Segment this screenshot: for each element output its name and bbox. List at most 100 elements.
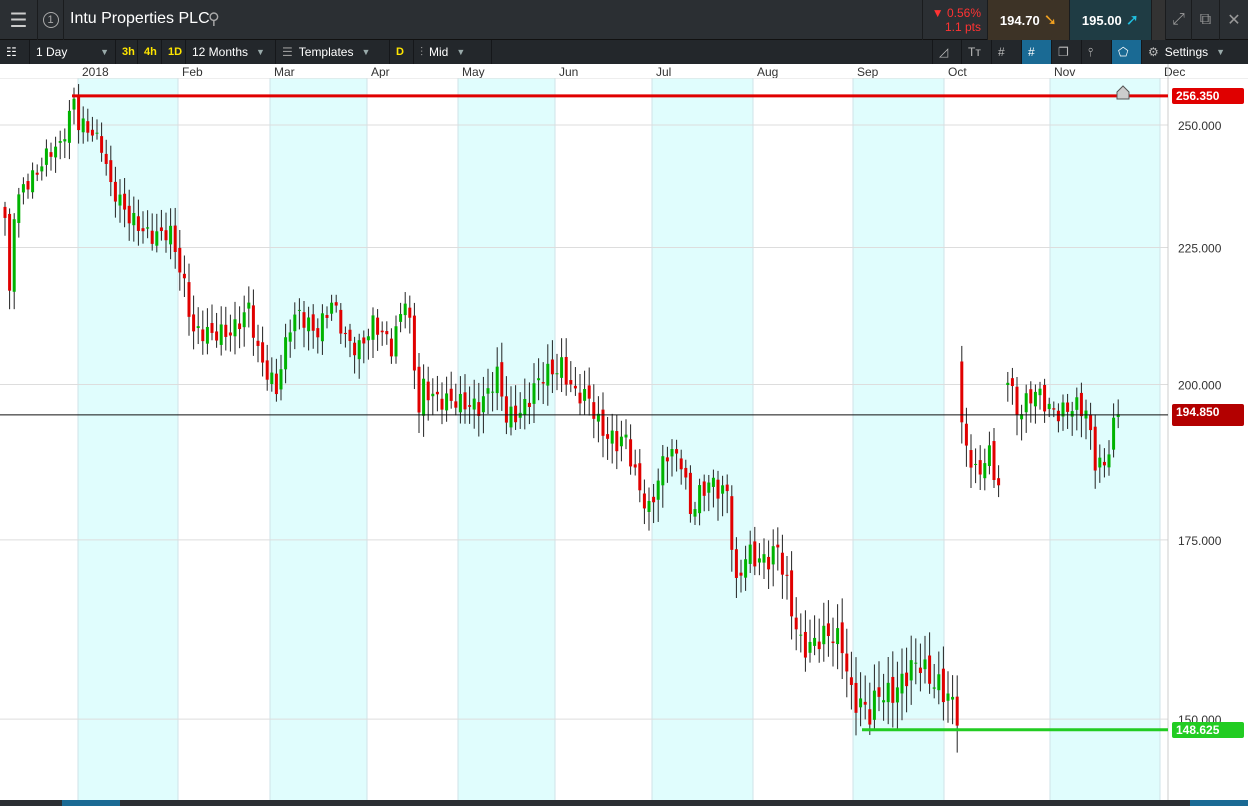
close-icon[interactable]: ✕ — [1220, 0, 1248, 40]
candle-body — [362, 337, 366, 344]
snap-grid-icon[interactable]: # — [1022, 40, 1052, 64]
candle-body — [1033, 391, 1037, 407]
settings-label: Settings — [1164, 45, 1209, 59]
chevron-down-icon: ▼ — [361, 47, 371, 57]
candle-body — [215, 331, 219, 341]
candle-body — [1102, 461, 1106, 466]
candle-body — [895, 687, 899, 703]
candle-body — [284, 337, 288, 370]
candle-body — [468, 405, 472, 407]
candle-body — [72, 98, 76, 110]
tag-icon[interactable]: ⬠ — [1112, 40, 1142, 64]
candle-body — [348, 329, 352, 341]
interval-select[interactable]: 1 Day ▼ — [30, 40, 116, 64]
candle-body — [408, 307, 412, 318]
candle-body — [776, 544, 780, 548]
candle-body — [656, 480, 660, 500]
drawing-d[interactable]: D — [390, 40, 414, 64]
templates-button[interactable]: ☰ Templates ▼ — [276, 40, 390, 64]
candle-body — [684, 467, 688, 478]
layers-icon[interactable]: ❐ — [1052, 40, 1082, 64]
candle-body — [560, 357, 564, 378]
last-price-label: 194.850 — [1172, 403, 1244, 426]
candle-body — [527, 402, 531, 408]
sell-button[interactable]: 194.70 ➘ — [988, 0, 1070, 40]
candle-body — [610, 430, 614, 444]
candle-body — [380, 330, 384, 333]
candle-body — [992, 441, 996, 480]
candle-body — [734, 549, 738, 578]
candle-body — [201, 329, 205, 342]
list-icon[interactable]: ☷ — [0, 40, 30, 64]
candle-body — [293, 314, 297, 332]
candle-body — [693, 509, 697, 517]
candle-body — [21, 184, 25, 193]
candle-body — [707, 482, 711, 493]
candle-body — [532, 383, 536, 404]
candle-body — [1093, 426, 1097, 471]
candle-body — [849, 677, 853, 685]
candle-body — [882, 700, 886, 703]
grid-icon[interactable]: # — [992, 40, 1022, 64]
range-label: 12 Months — [192, 45, 249, 59]
text-icon[interactable]: Tт — [962, 40, 992, 64]
crosshair-icon[interactable]: ⫯ — [1082, 40, 1112, 64]
candle-body — [688, 472, 692, 514]
candle-body — [192, 314, 196, 332]
candle-body — [817, 641, 821, 650]
window-number[interactable]: 1 — [38, 0, 64, 40]
candle-body — [100, 136, 104, 153]
candle-body — [969, 450, 973, 468]
scrollbar[interactable] — [0, 800, 1248, 806]
chevron-down-icon: ▼ — [256, 47, 265, 57]
candle-body — [265, 360, 269, 380]
candle-body — [647, 500, 651, 512]
popout-icon[interactable]: ⧉ — [1192, 0, 1220, 40]
candle-body — [136, 216, 140, 231]
buy-button[interactable]: 195.00 ➚ — [1070, 0, 1152, 40]
candle-body — [955, 696, 959, 726]
candle-body — [311, 314, 315, 331]
range-select[interactable]: 12 Months ▼ — [186, 40, 276, 64]
scroll-handle[interactable] — [1190, 800, 1248, 806]
draw-line-icon[interactable]: ◿ — [932, 40, 962, 64]
candle-body — [845, 653, 849, 672]
settings-button[interactable]: ⚙ Settings ▼ — [1142, 40, 1248, 64]
candle-body — [426, 381, 430, 401]
candle-body — [592, 402, 596, 419]
candle-body — [1056, 410, 1060, 422]
instrument-title[interactable]: Intu Properties PLC — [70, 10, 210, 28]
candle-body — [31, 170, 35, 193]
candle-body — [564, 356, 568, 385]
price-tick-label: 250.000 — [1178, 119, 1222, 133]
candle-body — [270, 372, 274, 385]
candle-body — [1024, 393, 1028, 413]
candle-body — [26, 181, 30, 190]
interval-label: 1 Day — [36, 45, 68, 59]
price-chart[interactable]: 2018 Feb Mar Apr May Jun Jul Aug Sep Oct Nov Dec 250… — [0, 64, 1248, 800]
quick-3h[interactable]: 3h — [116, 40, 138, 64]
candle-body — [288, 332, 292, 342]
candle-body — [909, 660, 913, 681]
search-icon[interactable]: ⚲ — [208, 9, 220, 29]
maximize-icon[interactable]: ⤢ — [1166, 0, 1192, 40]
month-label: Feb — [182, 65, 203, 79]
scroll-thumb[interactable] — [62, 800, 120, 806]
quick-1d[interactable]: 1D — [162, 40, 186, 64]
candle-body — [974, 463, 978, 465]
candle-body — [675, 449, 679, 454]
candle-body — [1107, 454, 1111, 468]
menu-button[interactable]: ☰ — [0, 0, 38, 40]
candle-body — [247, 302, 251, 309]
candle-body — [95, 132, 99, 134]
quick-4h[interactable]: 4h — [138, 40, 162, 64]
candle-body — [256, 340, 260, 346]
candle-body — [146, 227, 150, 229]
price-type-select[interactable]: ⫶ Mid ▼ — [414, 40, 492, 64]
candle-body — [854, 682, 858, 713]
candle-body — [711, 477, 715, 487]
candle-body — [840, 622, 844, 654]
chart-canvas[interactable]: 2018 Feb Mar Apr May Jun Jul Aug Sep Oct Nov Dec 250… — [0, 64, 1248, 800]
candle-body — [822, 625, 826, 645]
size-slider[interactable] — [1152, 0, 1166, 40]
